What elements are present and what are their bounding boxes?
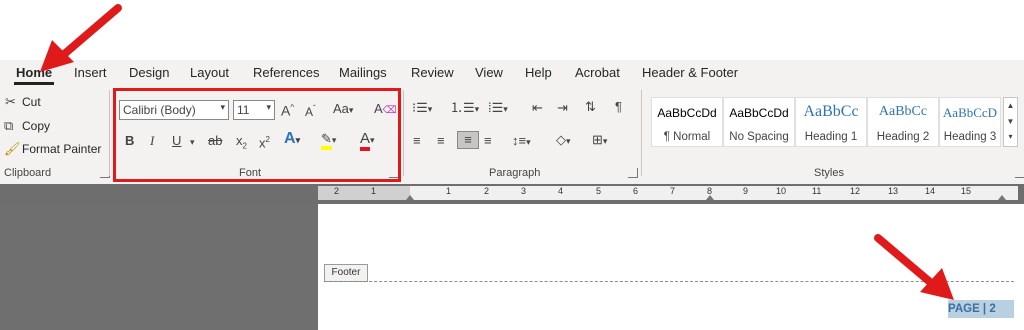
paragraph-launcher-icon[interactable] [628,168,638,178]
ruler-tick: 4 [558,186,564,196]
workspace-margin [0,204,318,330]
borders-icon[interactable]: ⊞▾ [592,132,607,149]
align-right-icon[interactable]: ≡ [457,131,479,149]
shading-icon[interactable]: ◇▾ [556,132,571,149]
group-label-styles: Styles [814,167,844,179]
line-spacing-icon[interactable]: ↕≡▾ [512,133,531,150]
justify-icon[interactable]: ≡ [484,133,492,149]
tab-view[interactable]: View [475,65,503,80]
style-name: ¶ Normal [663,131,711,143]
annotation-arrow-top [40,4,122,72]
ruler-tick: 7 [670,186,676,196]
scissors-icon: ✂ [5,94,16,109]
numbering-icon[interactable]: ⒈☰▾ [450,100,479,117]
cut-button[interactable]: Cut [22,95,41,109]
tab-help[interactable]: Help [525,65,552,80]
style-heading-1[interactable]: AaBbCc Heading 1 [795,97,867,147]
style-preview: AaBbCcD [942,105,998,120]
ruler-tick: 8 [707,186,713,196]
tab-mailings[interactable]: Mailings [339,65,387,80]
align-left-icon[interactable]: ≡ [413,133,421,149]
style-name: No Spacing [729,131,789,143]
format-painter-icon: 🖌 [4,141,21,156]
font-group-highlight [113,88,401,182]
group-separator [641,90,642,176]
group-label-paragraph: Paragraph [489,167,541,179]
bullets-icon[interactable]: ⁝☰▾ [412,100,432,117]
sort-icon[interactable]: ⇅ [585,99,596,115]
style-name: Heading 2 [876,131,930,143]
ruler-tick: 13 [888,186,899,196]
styles-gallery-scroll[interactable]: ▲ ▼ ▾ [1003,97,1018,147]
group-separator [109,90,110,176]
ruler-tick: 6 [633,186,639,196]
tab-design[interactable]: Design [129,65,169,80]
more-styles-icon[interactable]: ▾ [1004,130,1017,144]
ruler-tick: 1 [371,186,377,196]
style-preview: AaBbCcDd [729,106,789,120]
style-preview: AaBbCc [878,104,928,119]
style-preview: AaBbCc [803,103,859,120]
ruler-tick: 12 [850,186,861,196]
increase-indent-icon[interactable]: ⇥ [557,100,568,116]
style-name: Heading 3 [943,131,997,143]
style-normal[interactable]: AaBbCcDd ¶ Normal [651,97,723,147]
horizontal-ruler[interactable]: 2 1 1 2 3 4 5 6 7 8 9 10 11 12 13 14 15 [318,186,1018,200]
ruler-tick: 14 [925,186,936,196]
tab-review[interactable]: Review [411,65,454,80]
align-center-icon[interactable]: ≡ [437,133,445,149]
tab-layout[interactable]: Layout [190,65,229,80]
ruler-tick: 2 [334,186,340,196]
copy-button[interactable]: Copy [22,119,50,133]
ruler-tick: 10 [776,186,787,196]
ruler-tick: 5 [596,186,602,196]
ruler-tick: 11 [812,186,822,196]
tab-references[interactable]: References [253,65,319,80]
multilevel-list-icon[interactable]: ⁞☰▾ [488,100,508,117]
group-label-clipboard: Clipboard [4,167,52,179]
group-separator [403,90,404,176]
style-name: Heading 1 [804,131,858,143]
decrease-indent-icon[interactable]: ⇤ [532,100,543,116]
tab-acrobat[interactable]: Acrobat [575,65,620,80]
style-heading-3[interactable]: AaBbCcD Heading 3 [939,97,1001,147]
format-painter-button[interactable]: Format Painter [22,142,101,156]
ruler-tick: 1 [446,186,452,196]
ruler-tick: 2 [484,186,490,196]
ruler-marks [318,186,1006,200]
tab-header-footer[interactable]: Header & Footer [642,65,738,80]
style-preview: AaBbCcDd [657,106,717,120]
show-formatting-icon[interactable]: ¶ [615,99,622,115]
style-no-spacing[interactable]: AaBbCcDd No Spacing [723,97,795,147]
chevron-up-icon[interactable]: ▲ [1004,98,1017,114]
ruler-tick: 9 [743,186,749,196]
styles-launcher-icon[interactable] [1015,168,1024,178]
copy-icon: ⧉ [4,118,14,133]
annotation-arrow-bottom [874,234,954,300]
ribbon-tab-bar: Home Insert Design Layout References Mai… [0,60,1024,86]
ruler-tick: 3 [521,186,527,196]
ruler-tick: 15 [961,186,972,196]
footer-tag: Footer [324,264,368,282]
chevron-down-icon[interactable]: ▼ [1004,114,1017,130]
style-heading-2[interactable]: AaBbCc Heading 2 [867,97,939,147]
